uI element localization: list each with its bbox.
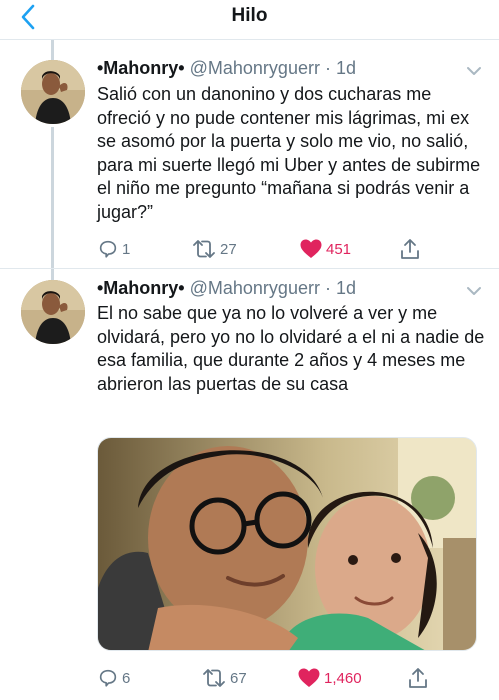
reply-count: 1 — [122, 240, 131, 258]
tweet-text: Salió con un danonino y dos cucharas me … — [97, 84, 481, 222]
retweet-button[interactable]: 67 — [201, 665, 247, 691]
retweet-icon — [203, 669, 225, 687]
share-icon — [401, 239, 419, 259]
handle[interactable]: @Mahonryguerr — [190, 58, 320, 78]
chevron-down-icon[interactable] — [466, 66, 482, 76]
tweet-header: •Mahonry• @Mahonryguerr · 1d — [97, 58, 356, 79]
timestamp[interactable]: · 1d — [325, 278, 356, 298]
reply-count: 6 — [122, 669, 131, 687]
retweet-icon — [193, 240, 215, 258]
page-title: Hilo — [231, 5, 268, 26]
like-button[interactable]: 451 — [299, 236, 351, 262]
reply-button[interactable]: 1 — [97, 236, 130, 262]
thread-line-between — [51, 127, 54, 282]
timestamp[interactable]: · 1d — [325, 58, 356, 78]
display-name[interactable]: •Mahonry• — [97, 278, 185, 298]
tweet-actions: 6 67 1,460 — [97, 665, 477, 691]
avatar[interactable] — [21, 60, 85, 124]
chevron-down-icon[interactable] — [466, 286, 482, 296]
share-icon — [409, 668, 427, 688]
tweet-divider — [0, 268, 499, 269]
thread-line-top — [51, 40, 54, 60]
like-count: 451 — [326, 240, 352, 258]
heart-icon — [298, 668, 320, 687]
share-button[interactable] — [399, 236, 421, 262]
like-button[interactable]: 1,460 — [297, 665, 362, 691]
retweet-count: 67 — [230, 669, 247, 687]
heart-icon — [300, 239, 322, 258]
reply-button[interactable]: 6 — [97, 665, 130, 691]
tweet-text: El no sabe que ya no lo volveré a ver y … — [97, 303, 485, 394]
avatar[interactable] — [21, 280, 85, 344]
display-name[interactable]: •Mahonry• — [97, 58, 185, 78]
reply-icon — [99, 669, 117, 687]
retweet-count: 27 — [220, 240, 237, 258]
like-count: 1,460 — [324, 669, 362, 687]
tweet-photo[interactable] — [97, 437, 477, 651]
handle[interactable]: @Mahonryguerr — [190, 278, 320, 298]
share-button[interactable] — [407, 665, 429, 691]
tweet-actions: 1 27 451 — [97, 236, 477, 262]
reply-icon — [99, 240, 117, 258]
retweet-button[interactable]: 27 — [191, 236, 237, 262]
navigation-bar: Hilo — [0, 0, 499, 40]
tweet-header: •Mahonry• @Mahonryguerr · 1d — [97, 278, 356, 299]
